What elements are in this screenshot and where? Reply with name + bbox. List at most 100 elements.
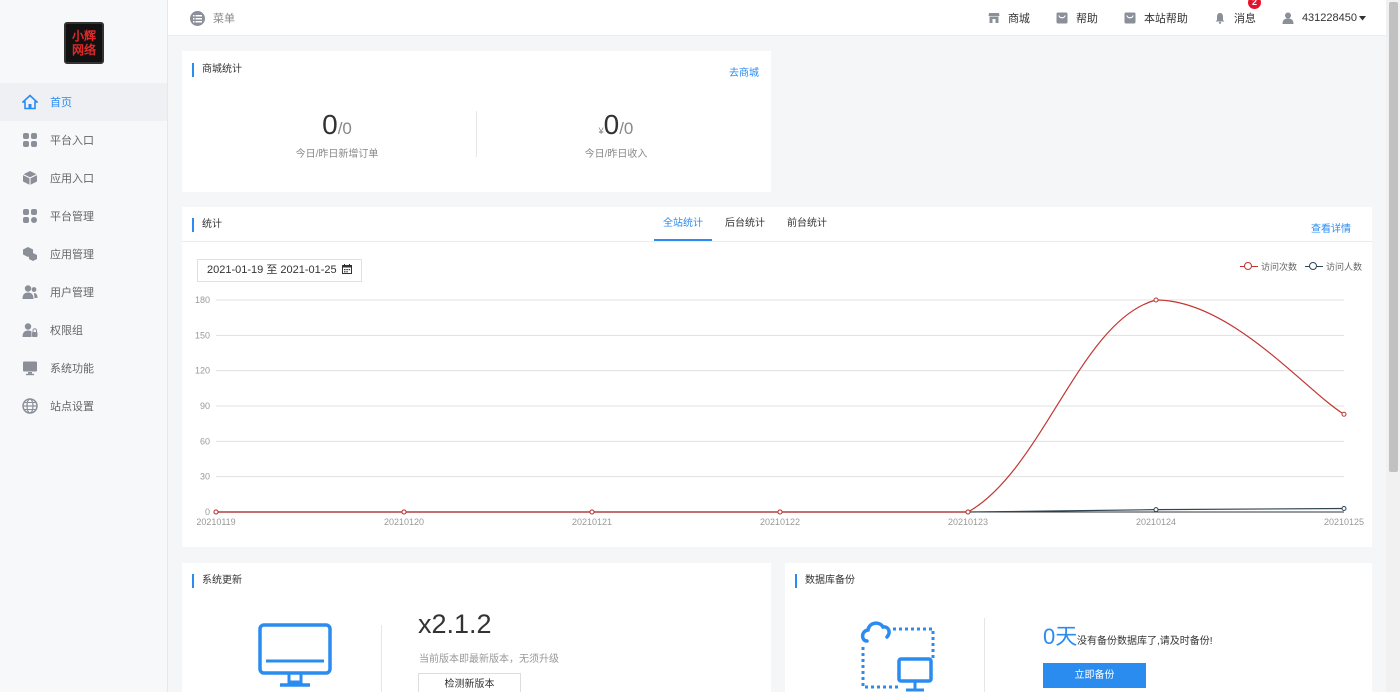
y-tick-label: 60 — [200, 436, 210, 446]
topbar: 菜单 商城 帮助 本站帮助 消息 2 431228450 — [168, 0, 1386, 36]
topbar-links: 商城 帮助 本站帮助 消息 2 431228450 — [962, 0, 1366, 36]
data-point — [777, 509, 783, 515]
menu-label: 菜单 — [213, 13, 235, 25]
data-point — [1153, 507, 1159, 513]
cubes-icon — [22, 246, 38, 262]
sidebar-item-label: 应用管理 — [50, 249, 94, 261]
message-count-badge: 2 — [1247, 0, 1261, 9]
user-icon — [1282, 12, 1294, 24]
sidebar-item-system-functions[interactable]: 系统功能 — [0, 349, 167, 387]
go-to-store-link[interactable]: 去商城 — [729, 64, 759, 79]
help-link[interactable]: 帮助 — [1056, 10, 1098, 26]
x-tick-label: 20210120 — [384, 517, 424, 527]
income-yesterday: /0 — [619, 119, 634, 138]
user-menu[interactable]: 431228450 — [1282, 12, 1366, 24]
user-lock-icon — [22, 322, 38, 338]
y-tick-label: 180 — [195, 295, 210, 305]
x-tick-label: 20210124 — [1136, 517, 1176, 527]
sidebar-item-permission-group[interactable]: 权限组 — [0, 311, 167, 349]
version-note: 当前版本即最新版本，无须升级 — [419, 654, 559, 665]
backup-message: 没有备份数据库了,请及时备份! — [1077, 636, 1213, 647]
shop-stats-card: 商城统计 去商城 0/0 今日/昨日新增订单 ¥0/0 今日/昨日收入 — [182, 51, 771, 192]
x-tick-label: 20210122 — [760, 517, 800, 527]
backup-divider — [984, 618, 985, 692]
data-point — [1341, 411, 1347, 417]
card-title: 系统更新 — [192, 574, 242, 588]
data-point — [1341, 505, 1347, 511]
database-backup-card: 数据库备份 0天 没有备份数据库了,请及时备份! 立即备份 — [785, 563, 1372, 692]
backup-now-button[interactable]: 立即备份 — [1043, 663, 1146, 688]
globe-icon — [22, 398, 38, 414]
statistics-card: 统计 全站统计 后台统计 前台统计 查看详情 2021-01-19 至 2021… — [182, 207, 1372, 547]
logo-text-line1: 小辉 — [71, 29, 96, 43]
messages-link-label: 消息 — [1233, 13, 1256, 25]
cube-icon — [22, 170, 38, 186]
x-tick-label: 20210123 — [948, 517, 988, 527]
sidebar-item-app-entry[interactable]: 应用入口 — [0, 159, 167, 197]
sidebar-item-site-settings[interactable]: 站点设置 — [0, 387, 167, 425]
y-tick-label: 0 — [205, 507, 210, 517]
data-point — [965, 509, 971, 515]
income-value: ¥0/0 — [476, 109, 756, 141]
update-divider — [381, 625, 382, 692]
logo[interactable]: 小辉 网络 — [64, 22, 104, 64]
sidebar-item-label: 站点设置 — [50, 401, 94, 413]
income-label: 今日/昨日收入 — [584, 149, 648, 160]
y-tick-label: 120 — [195, 366, 210, 376]
y-tick-label: 90 — [200, 401, 210, 411]
data-point — [1153, 297, 1159, 303]
store-link[interactable]: 商城 — [988, 10, 1030, 26]
data-point — [589, 509, 595, 515]
list-icon — [190, 10, 205, 26]
help-link-label: 帮助 — [1075, 13, 1098, 25]
scrollbar-thumb[interactable] — [1389, 2, 1398, 472]
orders-today: 0 — [322, 109, 338, 140]
monitor-illustration-icon — [258, 623, 332, 692]
sidebar-item-label: 应用入口 — [50, 173, 94, 185]
sidebar-item-label: 系统功能 — [50, 363, 94, 375]
grid-settings-icon — [22, 208, 38, 224]
days-since-backup: 0天 — [1043, 624, 1078, 649]
page-scrollbar[interactable] — [1386, 0, 1400, 692]
sidebar-item-platform-manage[interactable]: 平台管理 — [0, 197, 167, 235]
sidebar-item-app-manage[interactable]: 应用管理 — [0, 235, 167, 273]
orders-stat: 0/0 今日/昨日新增订单 — [197, 109, 477, 160]
home-icon — [22, 94, 38, 110]
logo-text-line2: 网络 — [71, 43, 96, 57]
sidebar-item-platform-entry[interactable]: 平台入口 — [0, 121, 167, 159]
line-chart: 0 30 60 90 120 150 180 20210119 20210120 20210121… — [195, 295, 1364, 527]
users-icon — [22, 284, 38, 300]
site-help-icon — [1124, 12, 1136, 24]
data-point — [401, 509, 407, 515]
income-today: 0 — [603, 109, 620, 140]
store-icon — [988, 12, 1000, 24]
menu-toggle-button[interactable]: 菜单 — [190, 10, 235, 26]
sidebar-item-label: 用户管理 — [50, 287, 94, 299]
orders-value: 0/0 — [197, 109, 477, 141]
site-help-link-label: 本站帮助 — [1143, 13, 1188, 25]
bell-icon — [1214, 12, 1226, 24]
sidebar: 小辉 网络 首页 平台入口 应用入口 平台管理 应用管理 用户管理 权限组 系统… — [0, 0, 168, 692]
store-link-label: 商城 — [1007, 13, 1030, 25]
caret-down-icon — [1359, 15, 1366, 21]
card-title: 数据库备份 — [795, 574, 855, 588]
sidebar-item-user-manage[interactable]: 用户管理 — [0, 273, 167, 311]
site-help-link[interactable]: 本站帮助 — [1124, 10, 1188, 26]
sidebar-item-home[interactable]: 首页 — [0, 83, 167, 121]
y-tick-label: 30 — [200, 472, 210, 482]
cloud-backup-icon — [859, 617, 937, 692]
data-point — [213, 509, 219, 515]
version-number: x2.1.2 — [418, 609, 492, 639]
y-tick-label: 150 — [195, 330, 210, 340]
orders-yesterday: /0 — [337, 119, 352, 138]
messages-link[interactable]: 消息 2 — [1214, 0, 1261, 26]
check-update-button[interactable]: 检测新版本 — [418, 673, 521, 692]
orders-label: 今日/昨日新增订单 — [295, 149, 379, 160]
income-stat: ¥0/0 今日/昨日收入 — [476, 109, 756, 160]
sidebar-item-label: 平台管理 — [50, 211, 94, 223]
sidebar-menu: 首页 平台入口 应用入口 平台管理 应用管理 用户管理 权限组 系统功能 站点设… — [0, 83, 167, 425]
grid-icon — [22, 132, 38, 148]
username: 431228450 — [1301, 12, 1357, 24]
help-icon — [1056, 12, 1068, 24]
x-tick-label: 20210125 — [1324, 517, 1364, 527]
